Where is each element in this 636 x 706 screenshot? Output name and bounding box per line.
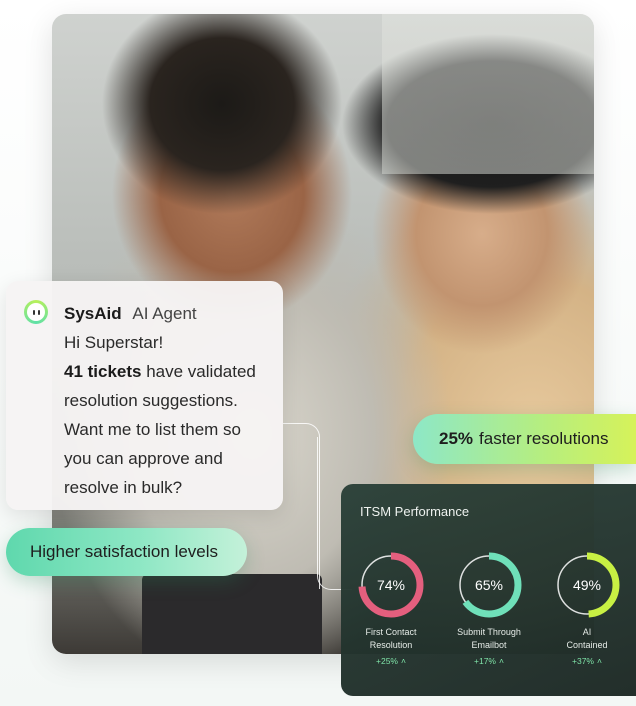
- arrow-up-icon: ˄: [597, 656, 602, 666]
- metric-label: First Contact Resolution: [365, 627, 417, 650]
- satisfaction-label: Higher satisfaction levels: [30, 542, 219, 561]
- metric-1: 65% Submit Through Emailbot +17% ˄: [439, 550, 539, 666]
- arrow-up-icon: ˄: [499, 656, 504, 666]
- itsm-performance-panel: ITSM Performance 74% First Contact Resolut…: [341, 484, 636, 696]
- ai-agent-avatar-icon: [24, 300, 48, 324]
- panel-title: ITSM Performance: [360, 504, 470, 519]
- faster-label: faster resolutions: [479, 429, 609, 448]
- donut-value: 65%: [475, 577, 503, 593]
- donut-value: 49%: [573, 577, 601, 593]
- chat-message-line: you can approve and: [64, 449, 223, 468]
- chat-message-line: resolve in bulk?: [64, 478, 183, 497]
- chat-header: SysAid AI Agent: [64, 299, 265, 328]
- metric-0: 74% First Contact Resolution +25% ˄: [341, 550, 441, 666]
- ai-agent-chat-bubble: SysAid AI Agent Hi Superstar! 41 tickets…: [6, 281, 283, 510]
- chat-brand: SysAid: [64, 304, 122, 323]
- metric-2: 49% AI Contained +37% ˄: [537, 550, 636, 666]
- chat-message-line: resolution suggestions.: [64, 391, 238, 410]
- faster-percent: 25%: [439, 429, 474, 448]
- background-wall: [382, 14, 594, 174]
- metric-delta: +25% ˄: [376, 656, 406, 666]
- chat-message-line: 41 tickets have validated: [64, 362, 256, 381]
- chat-greeting: Hi Superstar!: [64, 333, 164, 352]
- donut-chart: 74%: [358, 552, 424, 618]
- metric-delta: +37% ˄: [572, 656, 602, 666]
- arrow-up-icon: ˄: [401, 656, 406, 666]
- metric-label: Submit Through Emailbot: [457, 627, 521, 650]
- chat-agent-label: AI Agent: [132, 304, 197, 323]
- metric-delta: +17% ˄: [474, 656, 504, 666]
- faster-resolutions-badge: 25% faster resolutions: [413, 414, 636, 464]
- donut-chart: 65%: [456, 552, 522, 618]
- ticket-count: 41 tickets: [64, 362, 142, 381]
- chat-message-line: Want me to list them so: [64, 420, 241, 439]
- metric-label: AI Contained: [566, 627, 608, 650]
- connector-line: [283, 423, 320, 589]
- donut-chart: 49%: [554, 552, 620, 618]
- satisfaction-badge: Higher satisfaction levels: [6, 528, 247, 576]
- donut-value: 74%: [377, 577, 405, 593]
